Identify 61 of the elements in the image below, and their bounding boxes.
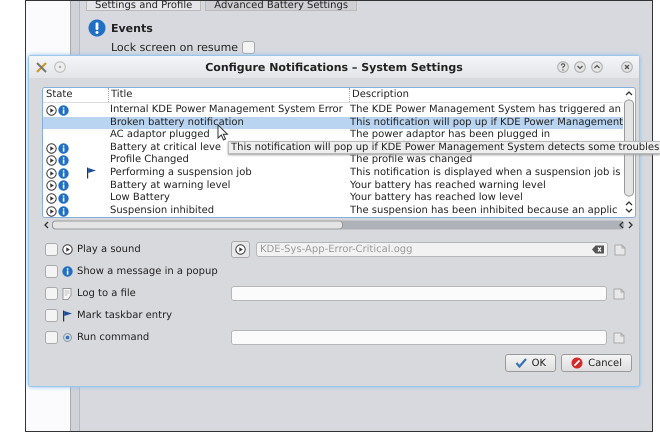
table-cell: Suspension inhibited (110, 204, 214, 216)
checkbox-label: Mark taskbar entry (77, 310, 174, 321)
checkbox[interactable] (45, 265, 58, 278)
section-title: Events (111, 22, 153, 34)
tools-icon (35, 60, 48, 74)
table-cell: Profile Changed (110, 154, 189, 166)
text-field[interactable] (231, 286, 607, 301)
checkbox[interactable] (45, 309, 58, 322)
table-cell: The profile was changed (350, 154, 472, 166)
help-icon[interactable] (557, 61, 569, 73)
table-cell: The KDE Power Management System has triggered an (350, 104, 622, 115)
column-header[interactable]: Title (108, 88, 349, 102)
table-cell: Battery at critical leve (110, 142, 222, 153)
play-icon (235, 244, 246, 255)
play-icon (62, 244, 73, 255)
table-cell: Your battery has reached warning level (350, 180, 546, 191)
table-cell: Low Battery (110, 192, 170, 204)
table-cell: Battery at warning level (110, 180, 230, 191)
mouse-cursor-icon (217, 124, 229, 141)
maximize-icon[interactable] (591, 61, 603, 73)
tab[interactable]: Settings and Profile (86, 1, 202, 11)
table-cell: Broken battery notification (110, 116, 244, 128)
ok-button[interactable]: OK (504, 354, 556, 372)
table-cell: Internal KDE Power Management System Error (110, 104, 343, 115)
flag-icon (62, 310, 73, 322)
minimize-icon[interactable] (574, 61, 586, 73)
cancel-icon (571, 357, 584, 369)
checkmark-icon (514, 357, 527, 369)
checkbox-label: Log to a file (77, 288, 137, 299)
column-header[interactable]: State (43, 88, 108, 102)
table-cell: This notification is displayed when a suspension job is (350, 166, 621, 178)
checkbox[interactable] (45, 331, 58, 344)
tab[interactable]: Advanced Battery Settings (205, 1, 358, 11)
table-cell: This notification will pop up if KDE Power Management (350, 116, 623, 128)
document-icon[interactable] (614, 244, 626, 256)
table-cell: The suspension has been inhibited because an applic (350, 204, 618, 216)
checkbox[interactable] (45, 243, 58, 256)
table-cell: AC adaptor plugged (110, 129, 210, 140)
play-button[interactable] (231, 241, 250, 258)
document-icon[interactable] (613, 288, 625, 300)
info-icon (62, 266, 73, 277)
checkbox[interactable] (45, 287, 58, 300)
checkbox-label: Show a message in a popup (77, 266, 219, 277)
checkbox[interactable] (242, 41, 256, 54)
exclamation-icon (88, 19, 106, 37)
scroll-arrows-icon (618, 220, 634, 230)
close-icon[interactable] (621, 61, 633, 73)
selected-row[interactable]: Broken battery notification This notification will pop up if KDE Power Management (43, 116, 623, 130)
checkbox-label: Lock screen on resume (111, 41, 238, 54)
document-icon[interactable] (613, 332, 625, 344)
clear-icon (592, 245, 604, 254)
checkbox-label: Run command (77, 332, 150, 343)
tooltip: This notification will pop up if KDE Power Management System detects some troubles (228, 141, 660, 154)
cancel-button[interactable]: Cancel (561, 354, 632, 372)
checkbox-label: Play a sound (77, 244, 142, 255)
table-cell: Your battery has reached low level (350, 192, 523, 204)
text-field[interactable] (231, 330, 607, 345)
window-title: Configure Notifications – System Settings (204, 60, 464, 74)
table-cell: The power adaptor has been plugged in (350, 129, 550, 140)
document-icon (62, 288, 73, 300)
table-cell: Performing a suspension job (110, 166, 252, 178)
